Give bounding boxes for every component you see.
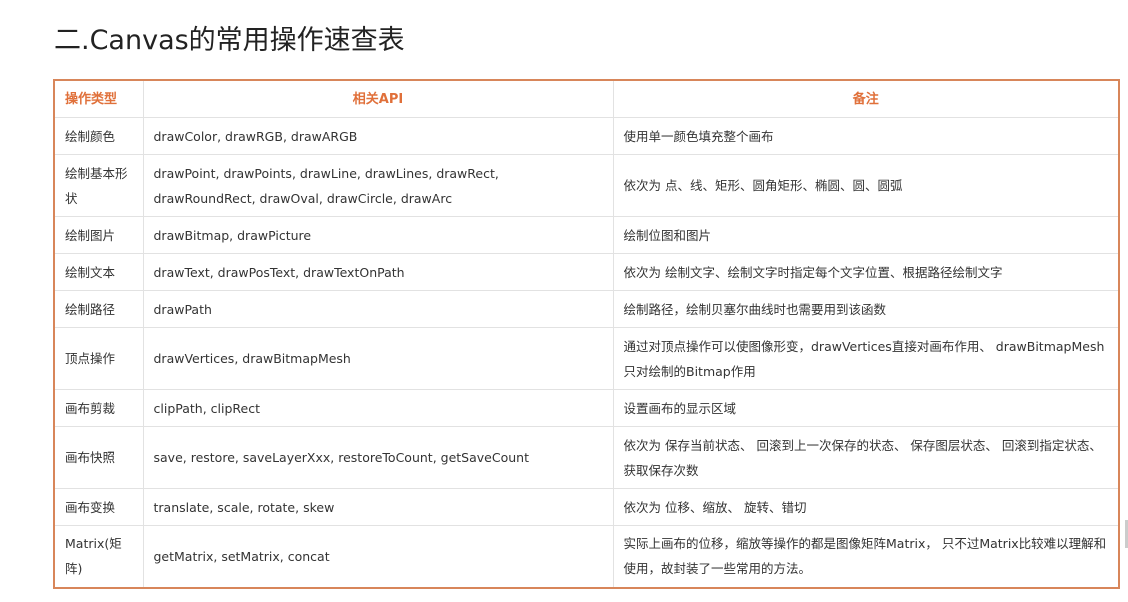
cell-api: getMatrix, setMatrix, concat	[142, 525, 614, 588]
header-operation-type: 操作类型	[53, 79, 144, 118]
table-row: 绘制颜色 drawColor, drawRGB, drawARGB 使用单一颜色…	[53, 117, 1120, 155]
canvas-operations-table: 操作类型 相关API 备注 绘制颜色 drawColor, drawRGB, d…	[53, 79, 1120, 589]
cell-note: 依次为 位移、缩放、 旋转、错切	[612, 488, 1120, 526]
cell-note: 依次为 绘制文字、绘制文字时指定每个文字位置、根据路径绘制文字	[612, 253, 1120, 291]
cell-operation-type: 画布剪裁	[53, 389, 144, 427]
cell-api: translate, scale, rotate, skew	[142, 488, 614, 526]
table-row: Matrix(矩阵) getMatrix, setMatrix, concat …	[53, 525, 1120, 588]
cell-note: 通过对顶点操作可以使图像形变，drawVertices直接对画布作用、 draw…	[612, 327, 1120, 390]
cell-operation-type: Matrix(矩阵)	[53, 525, 144, 588]
cell-operation-type: 绘制颜色	[53, 117, 144, 155]
cell-note: 设置画布的显示区域	[612, 389, 1120, 427]
table-row: 画布快照 save, restore, saveLayerXxx, restor…	[53, 426, 1120, 489]
cell-api: save, restore, saveLayerXxx, restoreToCo…	[142, 426, 614, 489]
cell-api: drawBitmap, drawPicture	[142, 216, 614, 254]
cell-note: 依次为 点、线、矩形、圆角矩形、椭圆、圆、圆弧	[612, 154, 1120, 217]
cell-operation-type: 绘制图片	[53, 216, 144, 254]
section-heading: 二.Canvas的常用操作速查表	[54, 25, 405, 56]
cell-api: drawPoint, drawPoints, drawLine, drawLin…	[142, 154, 614, 217]
table-row: 画布剪裁 clipPath, clipRect 设置画布的显示区域	[53, 389, 1120, 427]
cell-operation-type: 画布快照	[53, 426, 144, 489]
cell-note: 实际上画布的位移，缩放等操作的都是图像矩阵Matrix， 只不过Matrix比较…	[612, 525, 1120, 588]
header-related-api: 相关API	[142, 79, 614, 118]
table-row: 绘制路径 drawPath 绘制路径，绘制贝塞尔曲线时也需要用到该函数	[53, 290, 1120, 328]
cell-api: drawVertices, drawBitmapMesh	[142, 327, 614, 390]
header-note: 备注	[612, 79, 1120, 118]
table-header-row: 操作类型 相关API 备注	[53, 79, 1120, 118]
cell-api: clipPath, clipRect	[142, 389, 614, 427]
cell-api: drawColor, drawRGB, drawARGB	[142, 117, 614, 155]
cell-operation-type: 画布变换	[53, 488, 144, 526]
cell-note: 绘制位图和图片	[612, 216, 1120, 254]
table-row: 绘制文本 drawText, drawPosText, drawTextOnPa…	[53, 253, 1120, 291]
cell-note: 使用单一颜色填充整个画布	[612, 117, 1120, 155]
table-row: 画布变换 translate, scale, rotate, skew 依次为 …	[53, 488, 1120, 526]
cell-api: drawText, drawPosText, drawTextOnPath	[142, 253, 614, 291]
cell-note: 绘制路径，绘制贝塞尔曲线时也需要用到该函数	[612, 290, 1120, 328]
table-row: 顶点操作 drawVertices, drawBitmapMesh 通过对顶点操…	[53, 327, 1120, 390]
cell-api: drawPath	[142, 290, 614, 328]
cell-operation-type: 顶点操作	[53, 327, 144, 390]
article-page: 二.Canvas的常用操作速查表 操作类型 相关API 备注 绘制颜色 draw…	[0, 0, 1128, 602]
cell-operation-type: 绘制文本	[53, 253, 144, 291]
cell-note: 依次为 保存当前状态、 回滚到上一次保存的状态、 保存图层状态、 回滚到指定状态…	[612, 426, 1120, 489]
table-row: 绘制基本形状 drawPoint, drawPoints, drawLine, …	[53, 154, 1120, 217]
table-row: 绘制图片 drawBitmap, drawPicture 绘制位图和图片	[53, 216, 1120, 254]
cell-operation-type: 绘制基本形状	[53, 154, 144, 217]
cell-operation-type: 绘制路径	[53, 290, 144, 328]
